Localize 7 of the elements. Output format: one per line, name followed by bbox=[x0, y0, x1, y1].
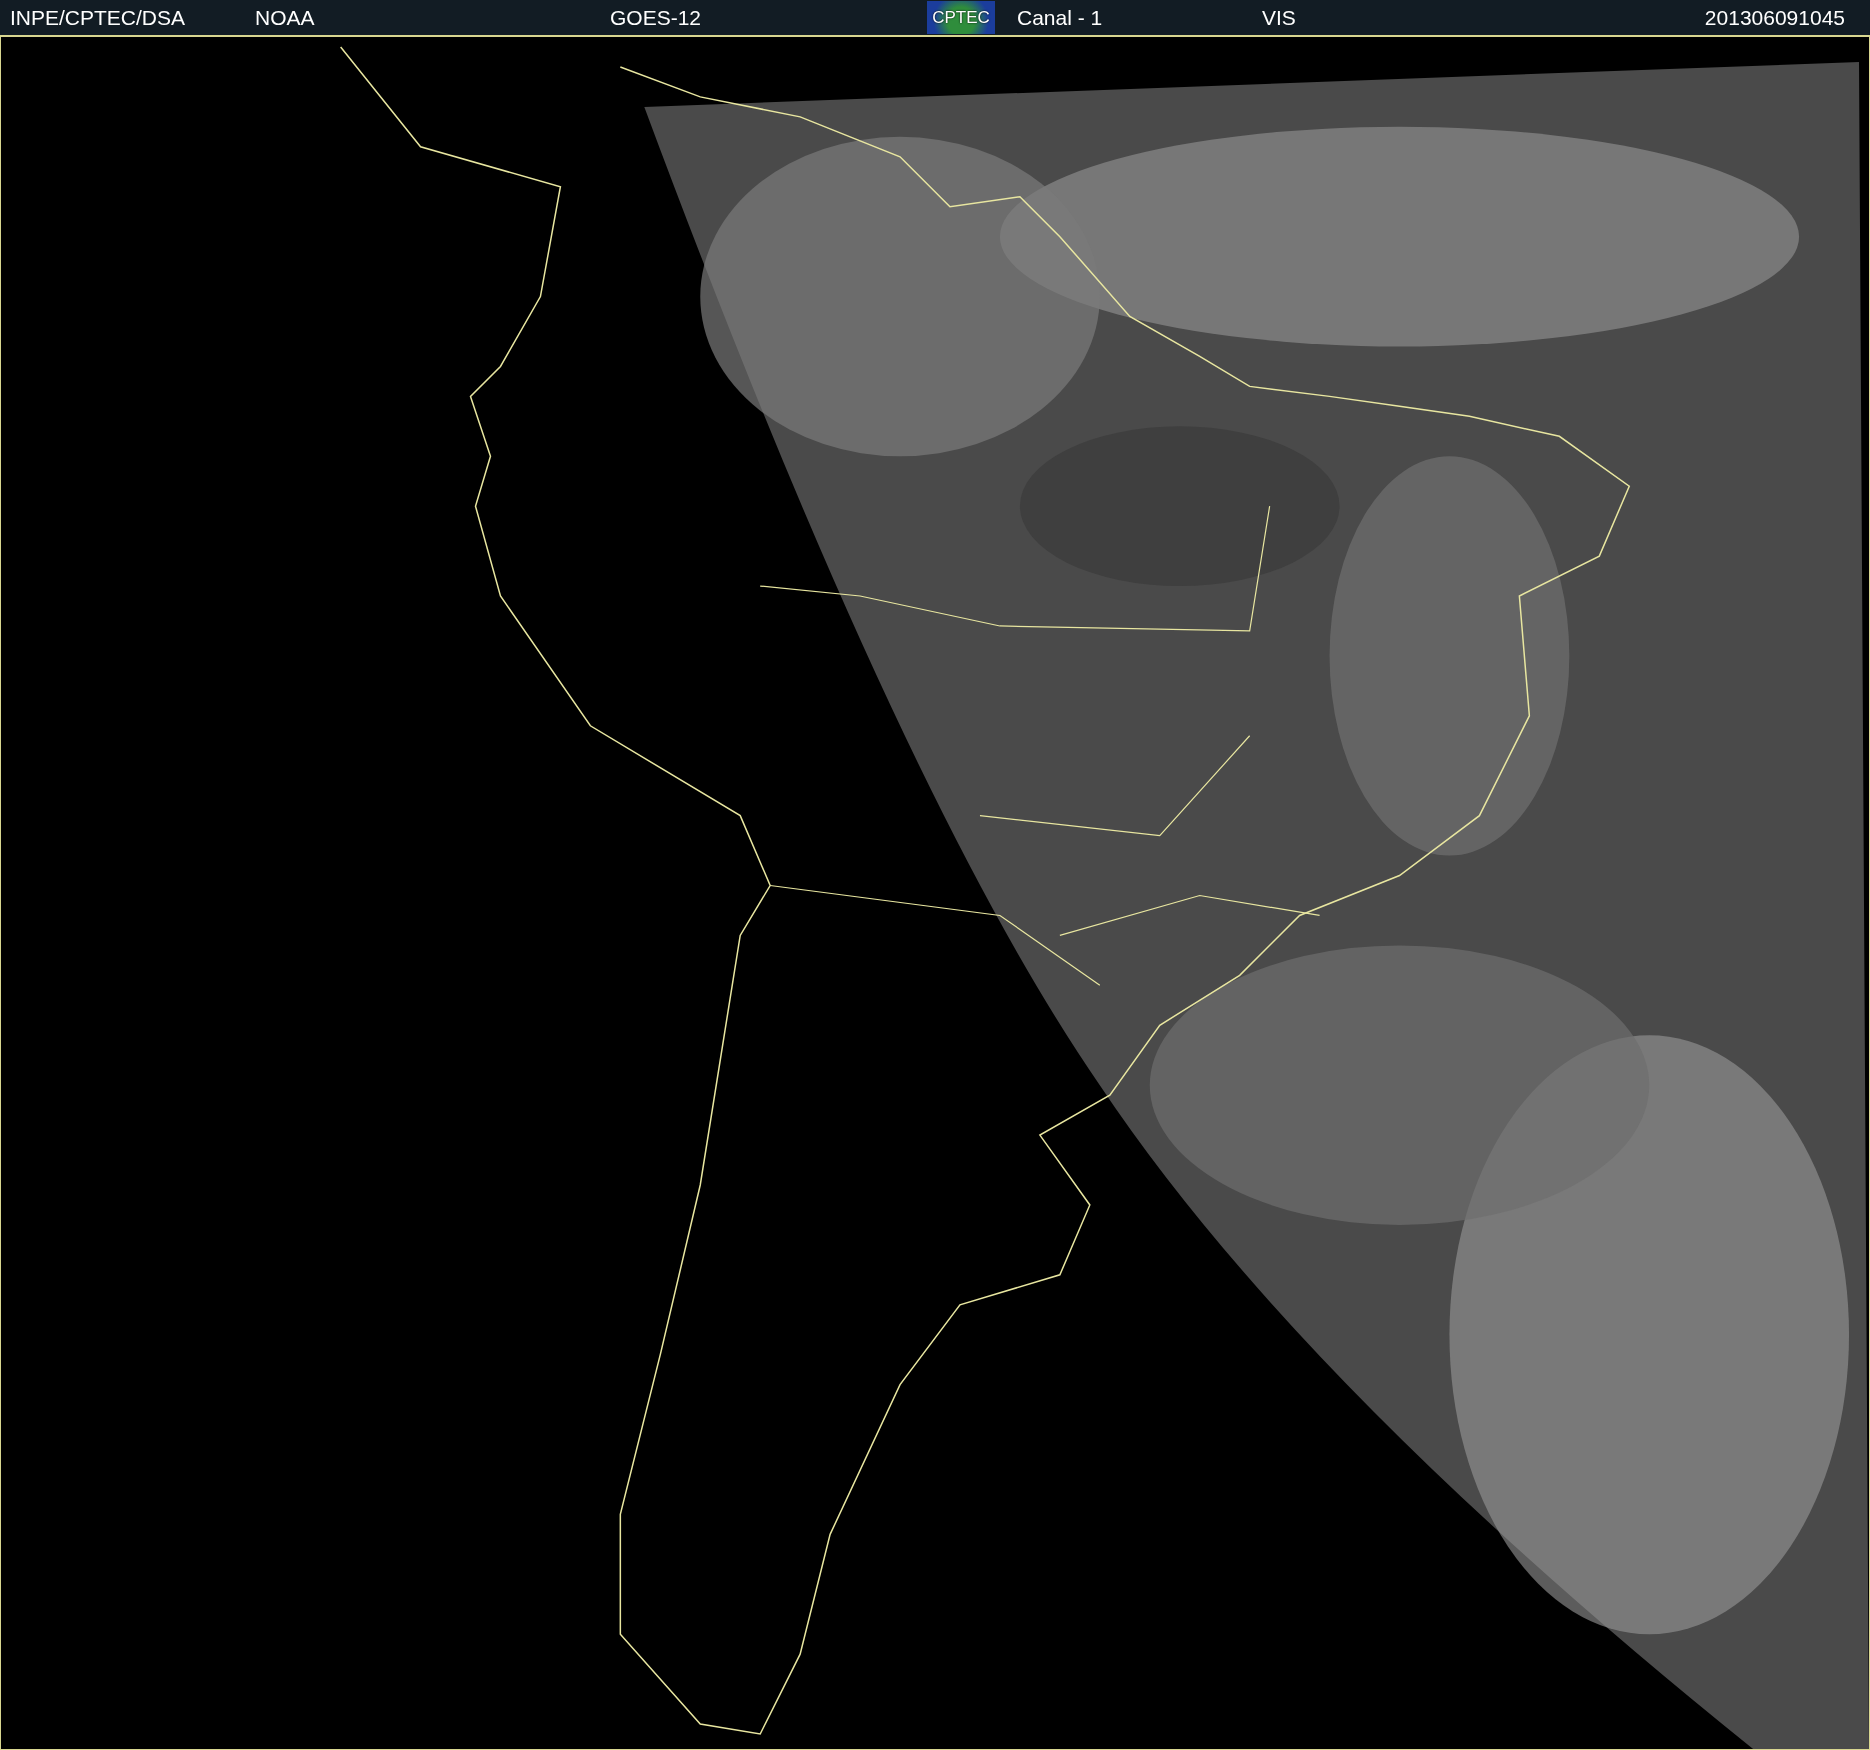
agency-label: NOAA bbox=[255, 5, 315, 30]
timestamp-label: 201306091045 bbox=[1704, 5, 1846, 30]
logo: CPTEC bbox=[927, 1, 995, 34]
source-label: INPE/CPTEC/DSA bbox=[10, 5, 186, 30]
channel-label: Canal - 1 bbox=[1017, 5, 1103, 30]
band-label: VIS bbox=[1262, 5, 1296, 30]
satellite-label: GOES-12 bbox=[610, 5, 702, 30]
